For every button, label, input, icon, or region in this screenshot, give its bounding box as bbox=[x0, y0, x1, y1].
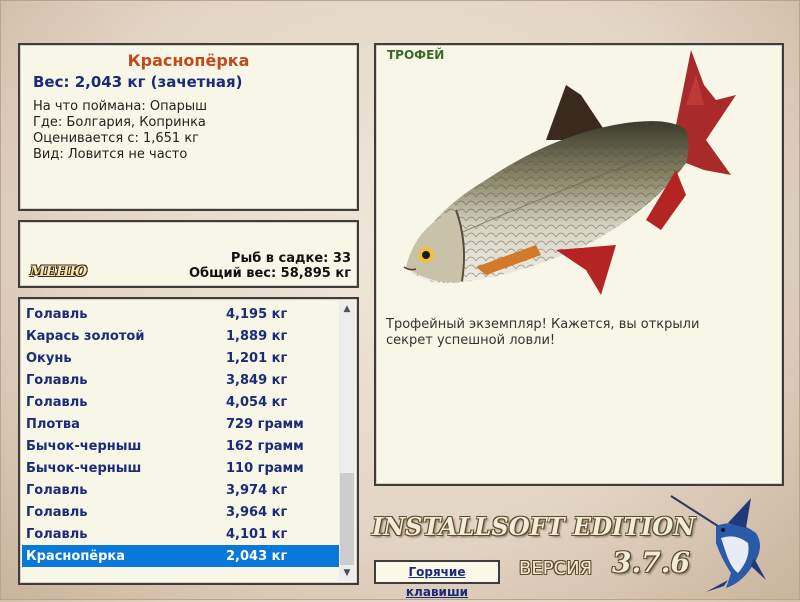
scroll-down-icon[interactable]: ▼ bbox=[339, 565, 355, 581]
list-item[interactable]: Голавль 4,054 кг bbox=[22, 391, 340, 413]
catch-count: Рыб в садке: 33 bbox=[230, 251, 351, 266]
rudd-fish-image bbox=[403, 50, 736, 295]
menu-button[interactable]: МЕНЮ bbox=[30, 264, 87, 280]
scrollbar-thumb[interactable] bbox=[340, 473, 354, 565]
fish-info-panel: Краснопёрка Вес: 2,043 кг (зачетная) На … bbox=[18, 43, 359, 211]
version-label: ВЕРСИЯ bbox=[519, 558, 593, 579]
list-item[interactable]: Голавль 4,101 кг bbox=[22, 523, 340, 545]
list-item[interactable]: Окунь 1,201 кг bbox=[22, 347, 340, 369]
location-line: Где: Болгария, Копринка bbox=[33, 115, 206, 130]
catch-total-weight: Общий вес: 58,895 кг bbox=[188, 266, 351, 281]
list-item[interactable]: Бычок-черныш 110 грамм bbox=[22, 457, 340, 479]
menu-panel: МЕНЮ Рыб в садке: 33 Общий вес: 58,895 к… bbox=[18, 220, 359, 288]
bait-line: На что поймана: Опарыш bbox=[33, 99, 207, 114]
trophy-panel: ТРОФЕЙ Трофейный экземпляр! Кажется, вы … bbox=[374, 43, 784, 486]
list-item[interactable]: Плотва 729 грамм bbox=[22, 413, 340, 435]
list-item[interactable]: Голавль 3,849 кг bbox=[22, 369, 340, 391]
list-scrollbar[interactable]: ▲ ▼ bbox=[339, 301, 355, 581]
list-item[interactable]: Голавль 3,974 кг bbox=[22, 479, 340, 501]
trophy-label: ТРОФЕЙ bbox=[387, 48, 445, 62]
list-item[interactable]: Голавль 4,195 кг bbox=[22, 303, 340, 325]
fish-weight: Вес: 2,043 кг (зачетная) bbox=[33, 73, 243, 91]
catch-list: Голавль 4,195 кг Карась золотой 1,889 кг О… bbox=[20, 303, 340, 567]
catch-list-panel: Голавль 4,195 кг Карась золотой 1,889 кг О… bbox=[18, 297, 359, 585]
scroll-up-icon[interactable]: ▲ bbox=[339, 301, 355, 317]
trophy-description: Трофейный экземпляр! Кажется, вы открыли… bbox=[386, 317, 700, 348]
marlin-logo-icon bbox=[670, 495, 766, 592]
list-item-selected[interactable]: Краснопёрка 2,043 кг bbox=[22, 545, 340, 567]
list-item[interactable]: Бычок-черныш 162 грамм bbox=[22, 435, 340, 457]
fish-title: Краснопёрка bbox=[127, 51, 250, 70]
list-item[interactable]: Голавль 3,964 кг bbox=[22, 501, 340, 523]
threshold-line: Оценивается с: 1,651 кг bbox=[33, 131, 200, 146]
hotkeys-button[interactable]: Горячие клавиши bbox=[374, 560, 500, 599]
rarity-line: Вид: Ловится не часто bbox=[33, 147, 188, 162]
list-item[interactable]: Карась золотой 1,889 кг bbox=[22, 325, 340, 347]
edition-logo: INSTALLSOFT EDITION bbox=[372, 512, 696, 541]
